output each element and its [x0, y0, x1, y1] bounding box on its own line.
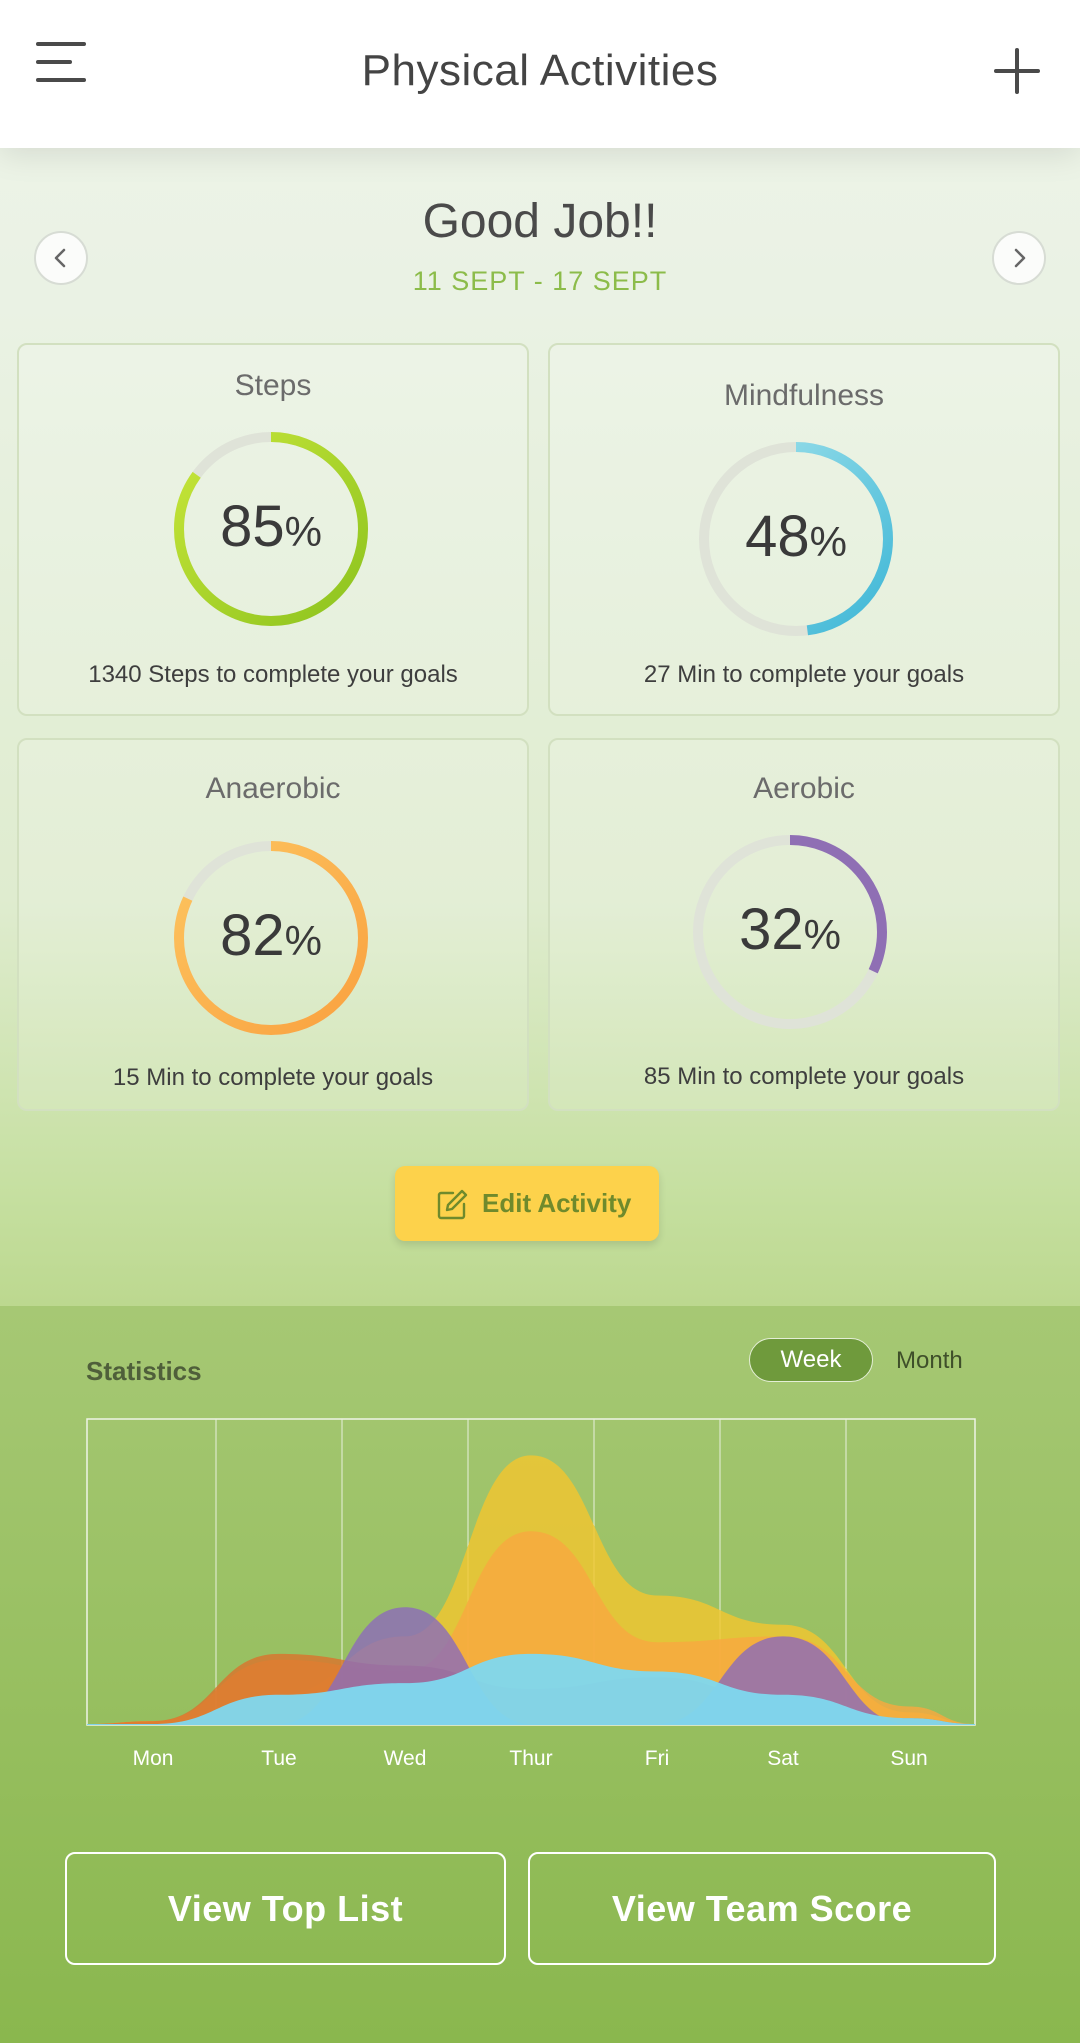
view-team-score-button[interactable]: View Team Score	[528, 1852, 996, 1965]
card-goal-note: 1340 Steps to complete your goals	[88, 661, 458, 688]
x-tick-label: Thur	[509, 1747, 553, 1770]
x-tick-label: Wed	[383, 1747, 427, 1770]
card-goal-note: 15 Min to complete your goals	[112, 1064, 434, 1091]
statistics-title: Statistics	[86, 1356, 202, 1386]
progress-percent: 82%	[220, 903, 322, 968]
progress-percent: 48%	[745, 504, 847, 569]
anaerobic-card[interactable]: Anaerobic 82% 15 Min to complete your go…	[17, 738, 529, 1111]
card-title: Steps	[234, 369, 312, 402]
next-week-button[interactable]	[992, 231, 1046, 285]
card-goal-note: 27 Min to complete your goals	[643, 661, 965, 688]
date-range: 11 SEPT - 17 SEPT	[412, 266, 668, 296]
month-toggle[interactable]: Month	[896, 1347, 963, 1375]
mindfulness-card[interactable]: Mindfulness 48% 27 Min to complete your …	[548, 343, 1060, 716]
view-top-list-button[interactable]: View Top List	[65, 1852, 506, 1965]
mindfulness-progress-ring: 48%	[694, 437, 898, 641]
week-toggle[interactable]: Week	[749, 1338, 873, 1382]
progress-percent: 32%	[739, 897, 841, 962]
steps-progress-ring: 85%	[169, 427, 373, 631]
steps-card[interactable]: Steps 85% 1340 Steps to complete your go…	[17, 343, 529, 716]
x-tick-label: Mon	[132, 1747, 174, 1770]
x-tick-label: Fri	[644, 1747, 670, 1770]
greeting-text: Good Job!!	[422, 195, 658, 248]
aerobic-progress-ring: 32%	[688, 830, 892, 1034]
x-tick-label: Sun	[890, 1747, 928, 1770]
card-title: Anaerobic	[205, 772, 341, 805]
card-title: Mindfulness	[723, 379, 885, 412]
aerobic-card[interactable]: Aerobic 32% 85 Min to complete your goal…	[548, 738, 1060, 1111]
page-title: Physical Activities	[361, 46, 719, 95]
statistics-area-chart	[86, 1418, 976, 1726]
card-goal-note: 85 Min to complete your goals	[643, 1063, 965, 1090]
x-tick-label: Sat	[767, 1747, 799, 1770]
x-tick-label: Tue	[261, 1747, 297, 1770]
chevron-right-icon	[1014, 248, 1026, 268]
anaerobic-progress-ring: 82%	[169, 836, 373, 1040]
app-header: Physical Activities	[0, 0, 1080, 148]
edit-activity-button[interactable]: Edit Activity	[395, 1166, 659, 1241]
card-title: Aerobic	[753, 772, 855, 805]
progress-percent: 85%	[220, 494, 322, 559]
plus-icon[interactable]	[994, 48, 1040, 94]
edit-activity-label: Edit Activity	[482, 1188, 632, 1218]
edit-pencil-icon	[437, 1189, 468, 1220]
